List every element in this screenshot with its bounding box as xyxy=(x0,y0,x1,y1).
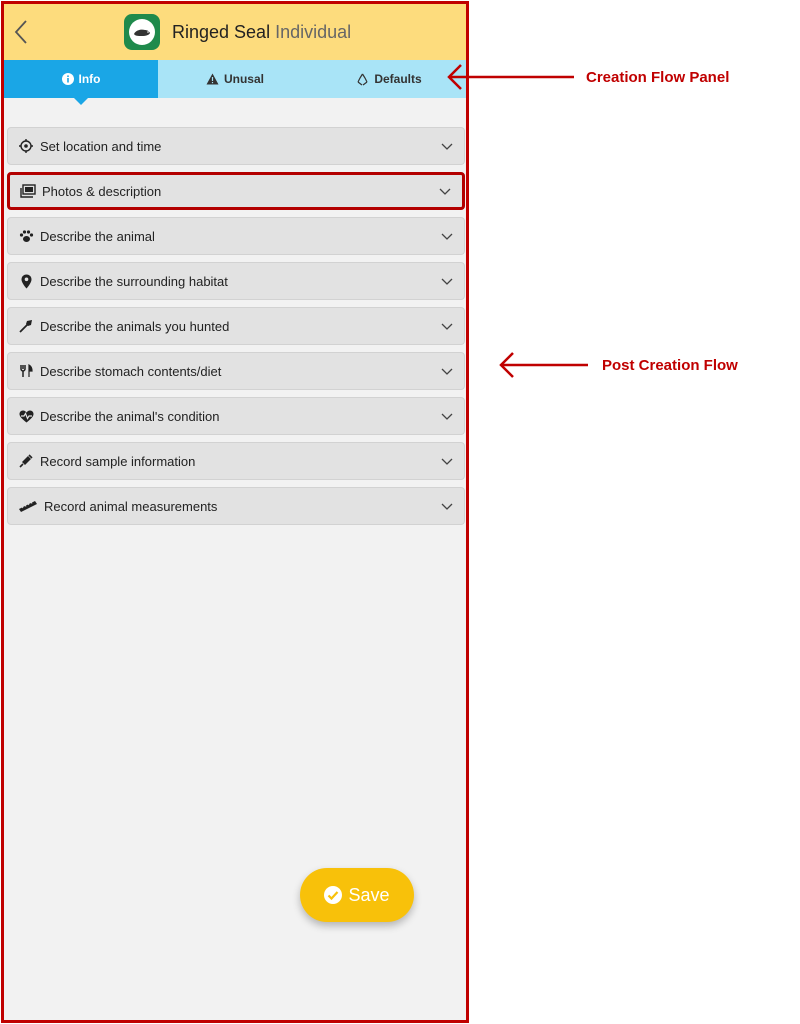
section-label: Describe the animal xyxy=(40,228,155,244)
section-label: Describe stomach contents/diet xyxy=(40,363,222,379)
annotation-label: Post Creation Flow xyxy=(602,356,738,374)
tab-unusal-label: Unusal xyxy=(223,72,264,86)
section-label: Describe the surrounding habitat xyxy=(40,273,228,289)
annotation-creation-flow-panel: Creation Flow Panel xyxy=(446,62,729,92)
page-title: Ringed Seal Individual xyxy=(124,14,351,50)
section-describe-animal[interactable]: Describe the animal xyxy=(7,217,465,255)
ruler-icon xyxy=(18,498,38,514)
arrow-left-icon xyxy=(499,352,588,378)
section-sample-information[interactable]: Record sample information xyxy=(7,442,465,480)
info-circle-icon xyxy=(61,73,74,85)
tab-info-label: Info xyxy=(78,72,101,86)
post-creation-sections: Set location and time Photos & descripti… xyxy=(7,127,465,532)
photos-icon xyxy=(20,183,36,199)
check-circle-icon xyxy=(324,886,343,904)
annotation-post-creation-flow: Post Creation Flow xyxy=(498,350,738,380)
chevron-down-icon xyxy=(441,233,453,240)
tab-unusal[interactable]: Unusal xyxy=(158,60,312,98)
chevron-down-icon xyxy=(439,188,451,195)
heartbeat-icon xyxy=(18,408,34,424)
warning-triangle-icon xyxy=(206,73,219,85)
section-animals-hunted[interactable]: Describe the animals you hunted xyxy=(7,307,465,345)
section-label: Describe the animals you hunted xyxy=(40,318,230,334)
annotation-label: Creation Flow Panel xyxy=(586,68,730,86)
tab-defaults[interactable]: Defaults xyxy=(312,60,466,98)
section-label: Record sample information xyxy=(40,453,196,469)
tab-info[interactable]: Info xyxy=(4,60,158,105)
harpoon-icon xyxy=(18,318,34,334)
section-photos-description[interactable]: Photos & description xyxy=(7,172,465,210)
map-pin-icon xyxy=(18,273,34,289)
seal-logo-icon xyxy=(124,14,160,50)
back-button[interactable] xyxy=(8,16,34,48)
chevron-down-icon xyxy=(441,143,453,150)
location-target-icon xyxy=(18,138,34,154)
species-name: Ringed Seal xyxy=(172,21,271,42)
chevron-down-icon xyxy=(441,503,453,510)
section-animal-condition[interactable]: Describe the animal's condition xyxy=(7,397,465,435)
save-label: Save xyxy=(348,884,390,905)
chevron-left-icon xyxy=(14,20,27,44)
utensils-icon xyxy=(18,363,34,379)
chevron-down-icon xyxy=(441,323,453,330)
recycle-icon xyxy=(357,73,368,85)
section-set-location[interactable]: Set location and time xyxy=(7,127,465,165)
phone-frame: Ringed Seal Individual Info Unusal Defau… xyxy=(1,1,469,1023)
section-surrounding-habitat[interactable]: Describe the surrounding habitat xyxy=(7,262,465,300)
section-label: Photos & description xyxy=(42,183,162,199)
syringe-icon xyxy=(18,453,34,469)
section-animal-measurements[interactable]: Record animal measurements xyxy=(7,487,465,525)
paw-icon xyxy=(18,228,34,244)
arrow-left-icon xyxy=(447,64,574,90)
save-button[interactable]: Save xyxy=(300,868,414,922)
creation-flow-tabs: Info Unusal Defaults xyxy=(4,60,466,105)
section-stomach-contents[interactable]: Describe stomach contents/diet xyxy=(7,352,465,390)
section-label: Describe the animal's condition xyxy=(40,408,220,424)
section-label: Record animal measurements xyxy=(44,498,218,514)
chevron-down-icon xyxy=(441,413,453,420)
tab-defaults-label: Defaults xyxy=(374,72,422,86)
species-kind: Individual xyxy=(275,21,352,42)
chevron-down-icon xyxy=(441,278,453,285)
section-label: Set location and time xyxy=(40,138,162,154)
chevron-down-icon xyxy=(441,368,453,375)
chevron-down-icon xyxy=(441,458,453,465)
app-header: Ringed Seal Individual xyxy=(4,4,466,60)
